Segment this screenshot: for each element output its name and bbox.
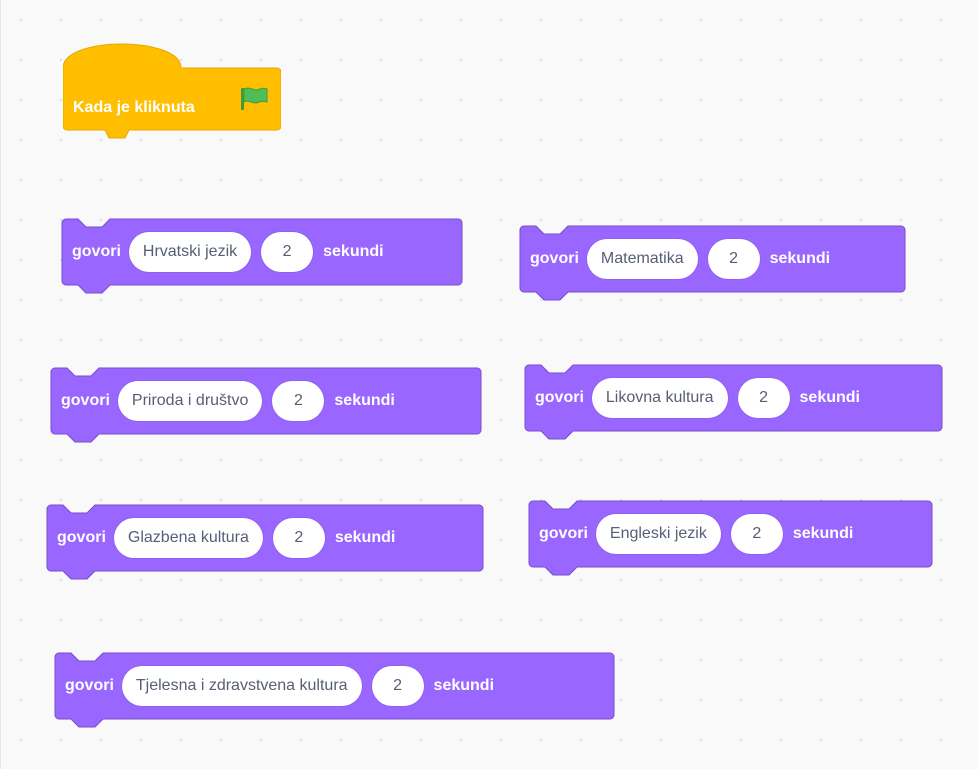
seconds-input[interactable]: 2 — [272, 518, 325, 558]
say-keyword: govori — [72, 243, 121, 260]
say-for-secs-block[interactable]: govori Likovna kultura 2 sekundi — [524, 364, 943, 448]
when-flag-clicked-block[interactable]: Kada je kliknuta — [63, 38, 281, 143]
message-input[interactable]: Tjelesna i zdravstvena kultura — [121, 666, 362, 706]
say-for-secs-block[interactable]: govori Tjelesna i zdravstvena kultura 2 … — [54, 652, 615, 736]
message-input[interactable]: Hrvatski jezik — [128, 232, 252, 272]
seconds-label: sekundi — [323, 243, 384, 260]
say-keyword: govori — [61, 392, 110, 409]
message-input[interactable]: Priroda i društvo — [117, 381, 263, 421]
seconds-input[interactable]: 2 — [730, 514, 783, 554]
seconds-input[interactable]: 2 — [261, 232, 314, 272]
say-keyword: govori — [539, 525, 588, 542]
say-for-secs-block[interactable]: govori Hrvatski jezik 2 sekundi — [61, 218, 463, 302]
message-input[interactable]: Glazbena kultura — [113, 518, 263, 558]
seconds-input[interactable]: 2 — [707, 239, 760, 279]
seconds-label: sekundi — [769, 250, 831, 267]
say-keyword: govori — [530, 250, 579, 267]
seconds-input[interactable]: 2 — [371, 666, 424, 706]
green-flag-icon — [241, 87, 268, 110]
seconds-label: sekundi — [334, 392, 395, 409]
say-for-secs-block[interactable]: govori Priroda i društvo 2 sekundi — [50, 367, 482, 451]
say-for-secs-block[interactable]: govori Glazbena kultura 2 sekundi — [46, 504, 484, 588]
seconds-label: sekundi — [334, 529, 396, 546]
say-keyword: govori — [65, 677, 114, 694]
message-input[interactable]: Likovna kultura — [591, 378, 728, 418]
say-keyword: govori — [535, 389, 584, 406]
code-workspace[interactable]: Kada je kliknuta govori Hrvatski jezik 2… — [0, 0, 978, 769]
message-input[interactable]: Engleski jezik — [595, 514, 721, 554]
hat-block-label: Kada je kliknuta — [73, 99, 195, 116]
say-for-secs-block[interactable]: govori Matematika 2 sekundi — [519, 225, 906, 309]
say-keyword: govori — [57, 529, 106, 546]
seconds-label: sekundi — [799, 389, 860, 406]
seconds-label: sekundi — [433, 677, 495, 694]
say-for-secs-block[interactable]: govori Engleski jezik 2 sekundi — [528, 500, 933, 584]
seconds-label: sekundi — [792, 525, 854, 542]
seconds-input[interactable]: 2 — [737, 378, 790, 418]
message-input[interactable]: Matematika — [586, 239, 698, 279]
seconds-input[interactable]: 2 — [272, 381, 325, 421]
